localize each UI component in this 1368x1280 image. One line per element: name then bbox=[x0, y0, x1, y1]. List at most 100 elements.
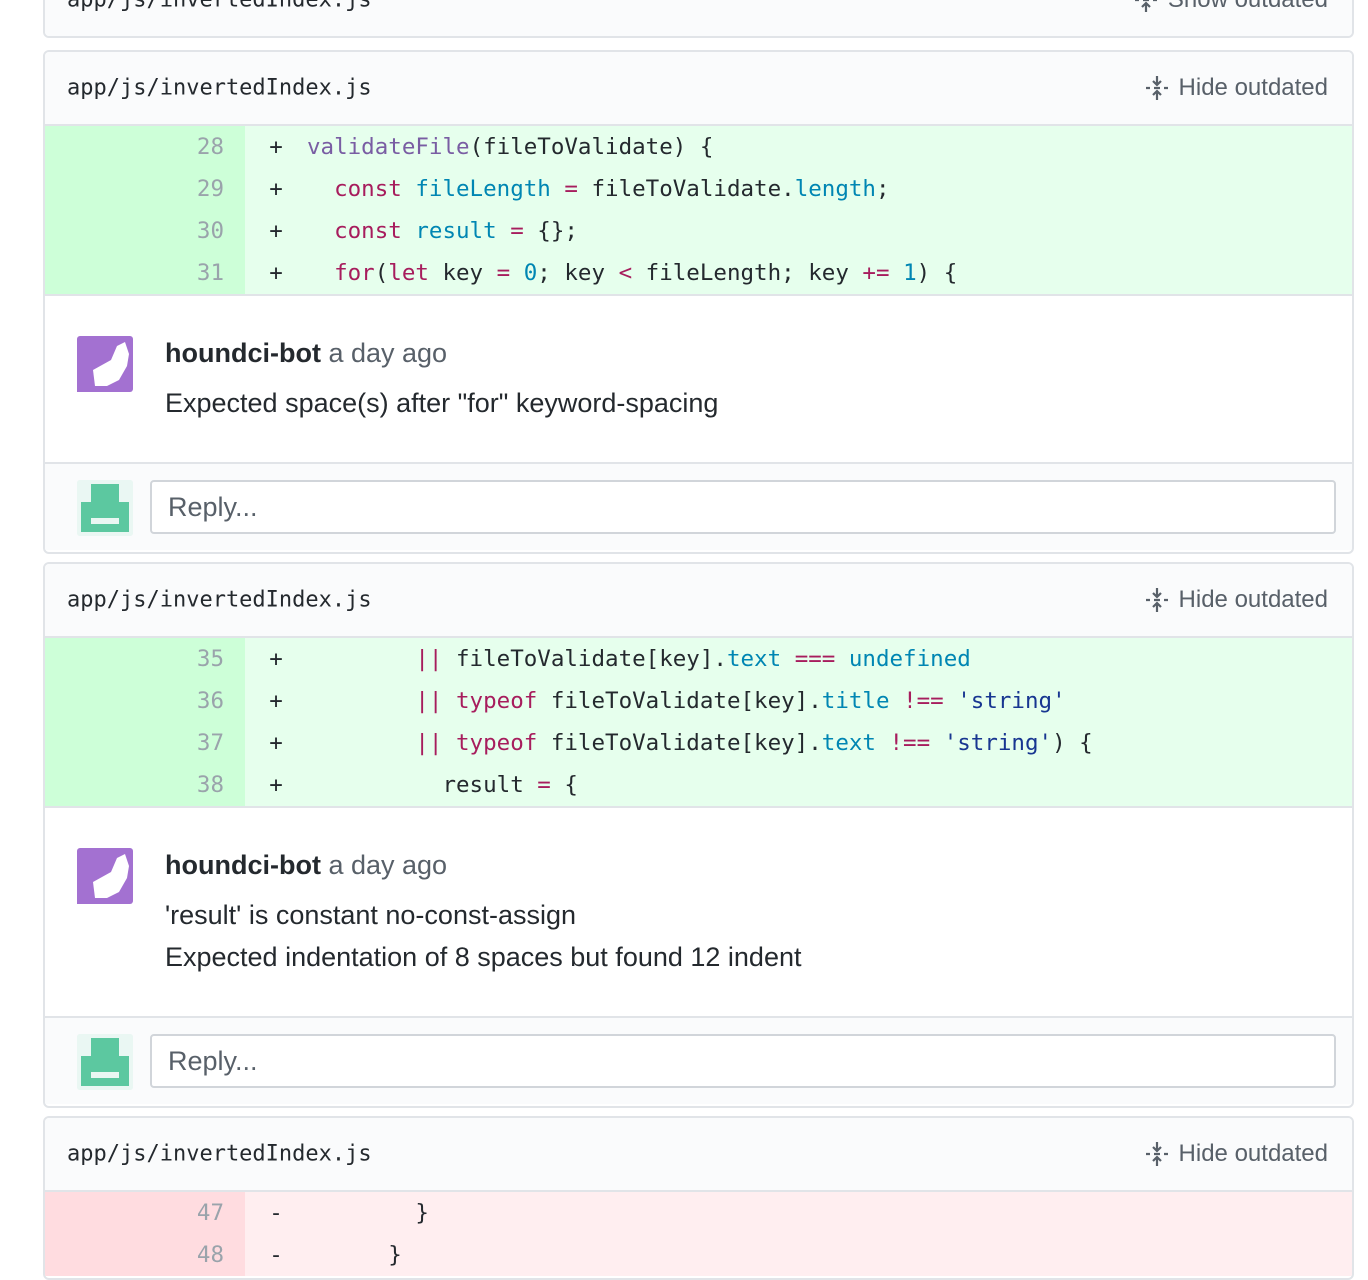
comment-time[interactable]: a day ago bbox=[328, 850, 447, 880]
code-token: typeof bbox=[456, 730, 538, 756]
line-number[interactable]: 35 bbox=[45, 638, 245, 680]
diff-line: 29 + const fileLength = fileToValidate.le… bbox=[45, 168, 1352, 210]
code-token: const bbox=[334, 176, 402, 202]
code-token: ; bbox=[875, 176, 890, 202]
code-token: ) { bbox=[1052, 730, 1093, 756]
code-text: for(let key = 0; key < fileLength; key +… bbox=[307, 252, 1352, 294]
review-comment: houndci-bot a day ago Expected space(s) … bbox=[45, 296, 1352, 464]
line-number[interactable]: 36 bbox=[45, 680, 245, 722]
code-token: = bbox=[510, 218, 524, 244]
diff-hunk: 35 + || fileToValidate[key].text === unde… bbox=[45, 638, 1352, 808]
review-thread: app/js/invertedIndex.js Hide outdated 35… bbox=[43, 562, 1354, 1108]
code-token: fileLength; key bbox=[632, 260, 863, 286]
code-text: validateFile(fileToValidate) { bbox=[307, 126, 1352, 168]
comment-meta: houndci-bot a day ago bbox=[165, 332, 718, 374]
comment-author[interactable]: houndci-bot bbox=[165, 850, 321, 880]
code-token: length bbox=[794, 176, 876, 202]
code-token: const bbox=[334, 218, 402, 244]
diff-sign: + bbox=[269, 730, 283, 756]
code-text: } bbox=[307, 1192, 1352, 1234]
code-token: text bbox=[821, 730, 876, 756]
file-header: app/js/invertedIndex.js Hide outdated bbox=[45, 564, 1352, 638]
show-outdated-button[interactable]: Show outdated bbox=[1132, 0, 1328, 14]
diff-hunk: 28 + validateFile(fileToValidate) { 29 + co… bbox=[45, 126, 1352, 296]
diff-line: 28 + validateFile(fileToValidate) { bbox=[45, 126, 1352, 168]
code-token: {}; bbox=[523, 218, 578, 244]
review-comment: houndci-bot a day ago 'result' is consta… bbox=[45, 808, 1352, 1018]
diff-sign: - bbox=[269, 1242, 283, 1268]
diff-line: 30 + const result = {}; bbox=[45, 210, 1352, 252]
code-token: || bbox=[415, 688, 443, 714]
review-thread: app/js/invertedIndex.js Hide outdated 28… bbox=[43, 50, 1354, 554]
code-token: fileToValidate[key]. bbox=[442, 646, 727, 672]
diff-sign: + bbox=[269, 134, 283, 160]
code-token: !== bbox=[889, 730, 931, 756]
user-avatar[interactable] bbox=[77, 480, 133, 536]
reply-input[interactable] bbox=[150, 480, 1336, 534]
code-token: validateFile bbox=[307, 134, 470, 160]
line-number[interactable]: 29 bbox=[45, 168, 245, 210]
comment-author[interactable]: houndci-bot bbox=[165, 338, 321, 368]
code-text: const result = {}; bbox=[307, 210, 1352, 252]
code-token: < bbox=[618, 260, 633, 286]
hide-outdated-button[interactable]: Hide outdated bbox=[1143, 586, 1328, 614]
code-token: typeof bbox=[456, 688, 538, 714]
line-number[interactable]: 47 bbox=[45, 1192, 245, 1234]
code-token: fileToValidate. bbox=[577, 176, 795, 202]
comment-time[interactable]: a day ago bbox=[328, 338, 447, 368]
code-token: 0 bbox=[523, 260, 538, 286]
unfold-icon bbox=[1134, 0, 1157, 12]
line-number[interactable]: 48 bbox=[45, 1234, 245, 1276]
code-token: === bbox=[794, 646, 836, 672]
hide-outdated-button[interactable]: Hide outdated bbox=[1143, 74, 1328, 102]
file-name: app/js/invertedIndex.js bbox=[67, 1141, 372, 1167]
toggle-label: Hide outdated bbox=[1178, 586, 1328, 613]
line-number[interactable]: 38 bbox=[45, 764, 245, 806]
line-number[interactable]: 37 bbox=[45, 722, 245, 764]
file-name: app/js/invertedIndex.js bbox=[67, 587, 372, 613]
diff-sign: + bbox=[269, 176, 283, 202]
comment-text: Expected space(s) after "for" keyword-sp… bbox=[165, 388, 719, 418]
line-number[interactable]: 30 bbox=[45, 210, 245, 252]
comment-text: 'result' is constant no-const-assign bbox=[165, 900, 576, 930]
code-token: 'string' bbox=[943, 730, 1053, 756]
code-token: (fileToValidate) { bbox=[469, 134, 714, 160]
diff-sign: - bbox=[269, 1200, 283, 1226]
line-number[interactable]: 31 bbox=[45, 252, 245, 294]
hide-outdated-button[interactable]: Hide outdated bbox=[1143, 1140, 1328, 1168]
bot-avatar[interactable] bbox=[77, 336, 133, 392]
comment-meta: houndci-bot a day ago bbox=[165, 844, 801, 886]
file-name: app/js/invertedIndex.js bbox=[67, 0, 372, 13]
line-number[interactable]: 28 bbox=[45, 126, 245, 168]
reply-input[interactable] bbox=[150, 1034, 1336, 1088]
partial-thread-header: app/js/invertedIndex.js Show outdated bbox=[43, 0, 1354, 38]
code-text: || fileToValidate[key].text === undefine… bbox=[307, 638, 1352, 680]
code-token: fileToValidate[key]. bbox=[537, 730, 822, 756]
diff-sign: + bbox=[269, 688, 283, 714]
code-token: 'string' bbox=[957, 688, 1066, 714]
bot-avatar[interactable] bbox=[77, 848, 133, 904]
code-token: ) { bbox=[916, 260, 958, 286]
code-token: result bbox=[307, 772, 538, 798]
diff-sign: + bbox=[269, 772, 283, 798]
code-text: } bbox=[307, 1234, 1352, 1276]
code-token: = bbox=[496, 260, 511, 286]
diff-line: 37 + || typeof fileToValidate[key].text !… bbox=[45, 722, 1352, 764]
reply-box bbox=[45, 464, 1352, 550]
user-avatar[interactable] bbox=[77, 1034, 133, 1090]
diff-line: 35 + || fileToValidate[key].text === unde… bbox=[45, 638, 1352, 680]
diff-line: 38 + result = { bbox=[45, 764, 1352, 806]
code-token: text bbox=[726, 646, 782, 672]
code-token: title bbox=[821, 688, 890, 714]
